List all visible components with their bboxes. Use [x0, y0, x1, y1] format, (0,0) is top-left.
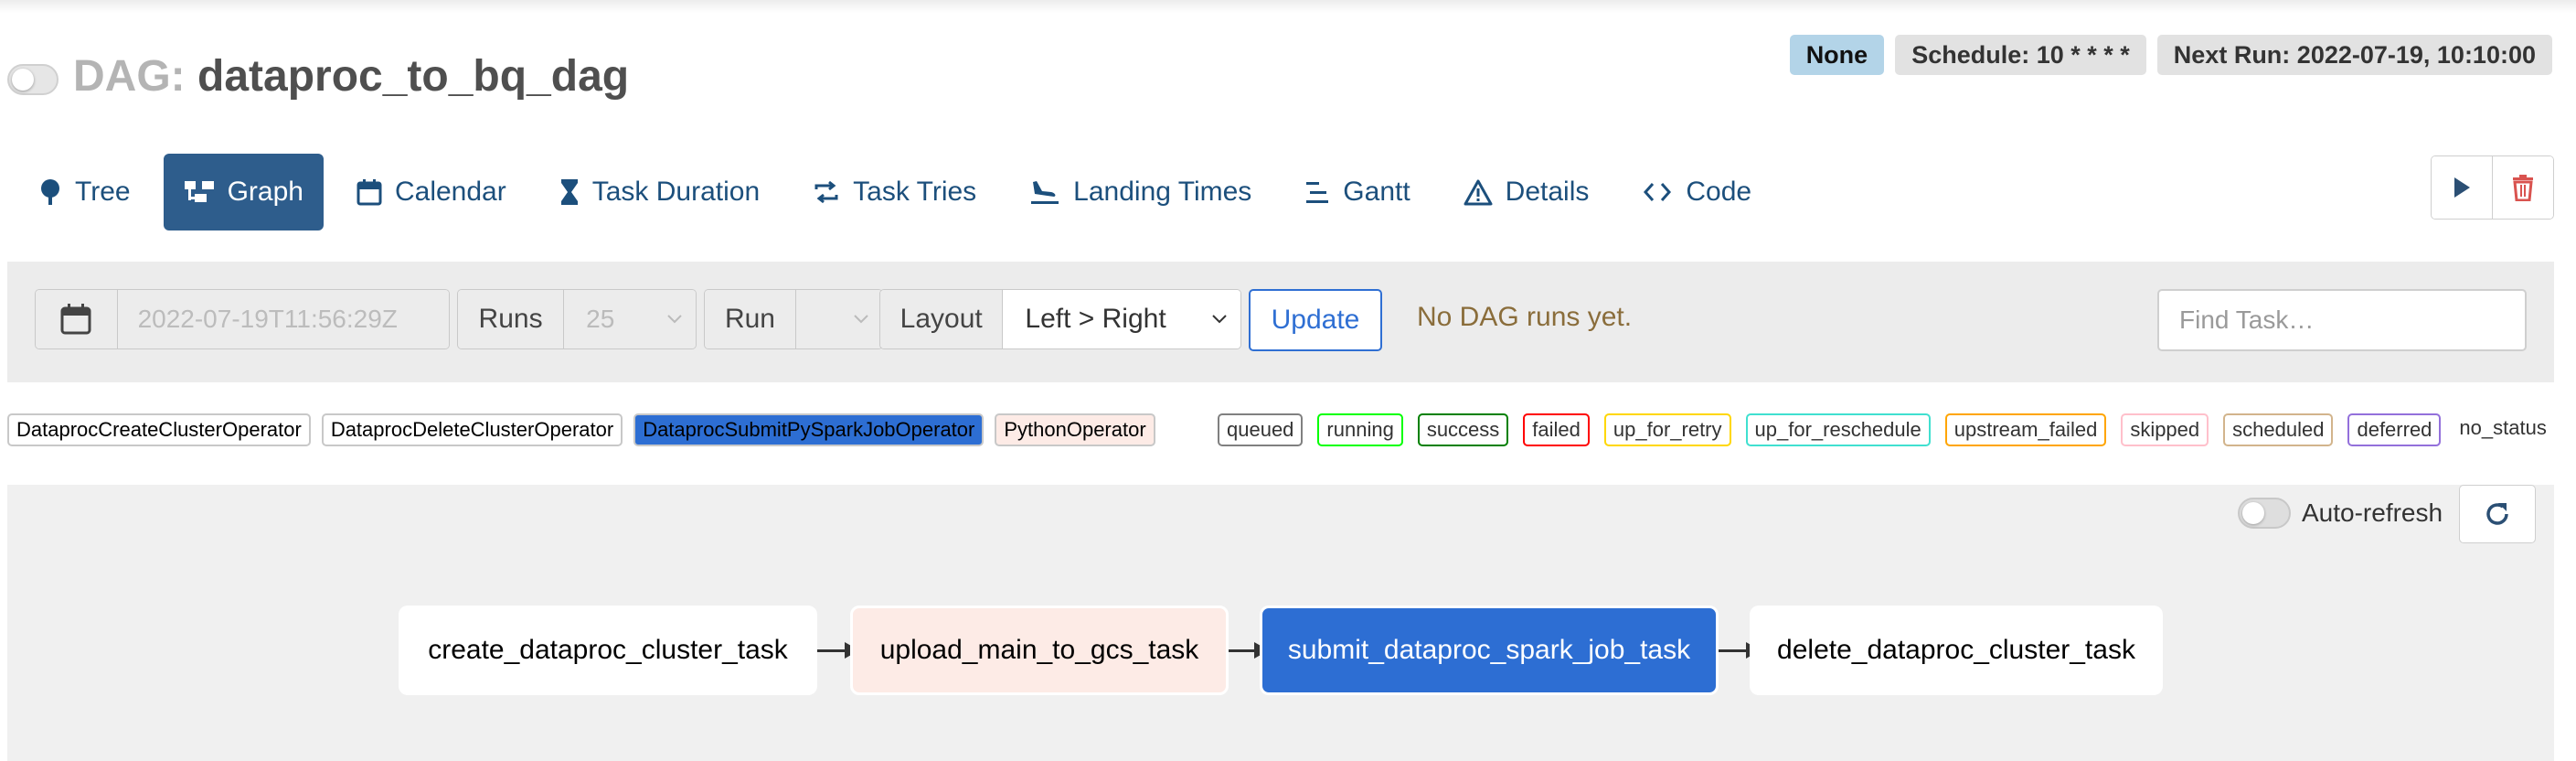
trigger-dag-button[interactable]: [2432, 156, 2492, 219]
dag-graph-panel: Auto-refresh create_dataproc_cluster_tas…: [7, 485, 2554, 761]
graph-filter-bar: 2022-07-19T11:56:29Z Runs 25 Run Layout …: [7, 262, 2554, 382]
base-date-input[interactable]: 2022-07-19T11:56:29Z: [117, 290, 449, 348]
no-runs-message: No DAG runs yet.: [1417, 302, 1633, 332]
tab-task-tries[interactable]: Task Tries: [793, 154, 996, 230]
state-scheduled[interactable]: scheduled: [2223, 413, 2334, 446]
legend-operator[interactable]: DataprocCreateClusterOperator: [7, 413, 311, 446]
tab-details[interactable]: Details: [1443, 154, 1610, 230]
dag-actions: [2431, 155, 2554, 220]
state-skipped[interactable]: skipped: [2121, 413, 2209, 446]
delete-dag-button[interactable]: [2492, 156, 2553, 219]
refresh-button[interactable]: [2459, 485, 2536, 543]
auto-refresh-control[interactable]: Auto-refresh: [2238, 498, 2443, 529]
tab-code[interactable]: Code: [1622, 154, 1772, 230]
state-upstream-failed[interactable]: upstream_failed: [1944, 413, 2107, 446]
tab-label: Graph: [227, 177, 303, 207]
layout-label: Layout: [880, 290, 1003, 348]
toggle-knob: [12, 69, 34, 91]
state-failed[interactable]: failed: [1523, 413, 1590, 446]
dag-name: dataproc_to_bq_dag: [197, 52, 630, 101]
auto-refresh-toggle[interactable]: [2238, 498, 2291, 529]
header-badges: None Schedule: 10 * * * * Next Run: 2022…: [1789, 35, 2552, 75]
play-icon: [2454, 177, 2470, 198]
trash-icon: [2513, 175, 2533, 201]
refresh-icon: [2486, 503, 2508, 525]
tab-label: Landing Times: [1073, 177, 1252, 207]
legend-operator[interactable]: DataprocDeleteClusterOperator: [321, 413, 623, 446]
task-node-submit-spark-job[interactable]: submit_dataproc_spark_job_task: [1260, 606, 1719, 695]
tab-label: Task Tries: [853, 177, 977, 207]
status-badge: None: [1789, 35, 1885, 75]
runs-select-group: Runs 25: [457, 289, 697, 349]
date-picker: 2022-07-19T11:56:29Z: [35, 289, 450, 349]
state-up-for-retry[interactable]: up_for_retry: [1603, 413, 1731, 446]
chevron-down-icon: [854, 315, 868, 324]
auto-refresh-label: Auto-refresh: [2302, 498, 2443, 527]
tab-task-duration[interactable]: Task Duration: [539, 154, 780, 230]
tab-landing-times[interactable]: Landing Times: [1009, 154, 1272, 230]
retry-icon: [814, 180, 838, 204]
code-icon: [1644, 183, 1672, 201]
runs-value: 25: [586, 305, 615, 333]
task-node-upload-main[interactable]: upload_main_to_gcs_task: [850, 606, 1229, 695]
tab-label: Details: [1505, 177, 1590, 207]
layout-value: Left > Right: [1025, 304, 1166, 334]
page-title: DAG: dataproc_to_bq_dag: [73, 48, 629, 106]
task-node-delete-cluster[interactable]: delete_dataproc_cluster_task: [1750, 606, 2163, 695]
state-deferred[interactable]: deferred: [2347, 413, 2442, 446]
state-no-status[interactable]: no_status: [2455, 413, 2550, 446]
landing-icon: [1031, 181, 1059, 204]
legend-operator[interactable]: DataprocSubmitPySparkJobOperator: [633, 413, 985, 446]
tab-label: Gantt: [1343, 177, 1410, 207]
run-label: Run: [705, 290, 795, 348]
state-up-for-reschedule[interactable]: up_for_reschedule: [1745, 413, 1931, 446]
state-queued[interactable]: queued: [1218, 413, 1304, 446]
schedule-badge: Schedule: 10 * * * *: [1895, 35, 2146, 75]
run-select[interactable]: [794, 290, 882, 348]
graph-icon: [184, 181, 214, 202]
dag-pause-toggle[interactable]: [7, 64, 59, 95]
layout-select-group: Layout Left > Right: [879, 289, 1241, 349]
runs-select[interactable]: 25: [563, 290, 696, 348]
find-task-input[interactable]: Find Task…: [2157, 289, 2527, 351]
layout-select[interactable]: Left > Right: [1002, 290, 1240, 348]
calendar-picker-button[interactable]: [36, 290, 118, 348]
operator-legend: DataprocCreateClusterOperator DataprocDe…: [7, 413, 1155, 446]
state-legend: queued running success failed up_for_ret…: [1218, 413, 2550, 446]
state-running[interactable]: running: [1317, 413, 1403, 446]
dag-prefix: DAG:: [73, 52, 186, 101]
chevron-down-icon: [1212, 315, 1227, 324]
tab-gantt[interactable]: Gantt: [1284, 154, 1430, 230]
tab-tree[interactable]: Tree: [18, 154, 151, 230]
tab-calendar[interactable]: Calendar: [336, 154, 527, 230]
top-shadow: [0, 0, 2576, 13]
tree-icon: [41, 179, 59, 205]
tab-label: Tree: [75, 177, 131, 207]
gantt-icon: [1306, 182, 1329, 203]
tab-graph[interactable]: Graph: [163, 154, 324, 230]
run-select-group: Run: [704, 289, 883, 349]
hourglass-icon: [560, 179, 578, 205]
tab-label: Calendar: [394, 177, 506, 207]
state-success[interactable]: success: [1417, 413, 1509, 446]
warning-icon: [1464, 179, 1493, 206]
dag-view-tabs: Tree Graph Calendar Task Duration Task T…: [18, 154, 1784, 230]
legend-operator[interactable]: PythonOperator: [995, 413, 1155, 446]
next-run-badge: Next Run: 2022-07-19, 10:10:00: [2156, 35, 2552, 75]
runs-label: Runs: [458, 290, 564, 348]
calendar-icon: [60, 304, 91, 335]
toggle-knob: [2242, 502, 2264, 524]
tab-label: Task Duration: [591, 177, 761, 207]
tab-label: Code: [1686, 177, 1752, 207]
update-button[interactable]: Update: [1249, 289, 1382, 351]
chevron-down-icon: [667, 315, 682, 324]
task-node-create-cluster[interactable]: create_dataproc_cluster_task: [399, 606, 817, 695]
calendar-icon: [357, 179, 382, 206]
